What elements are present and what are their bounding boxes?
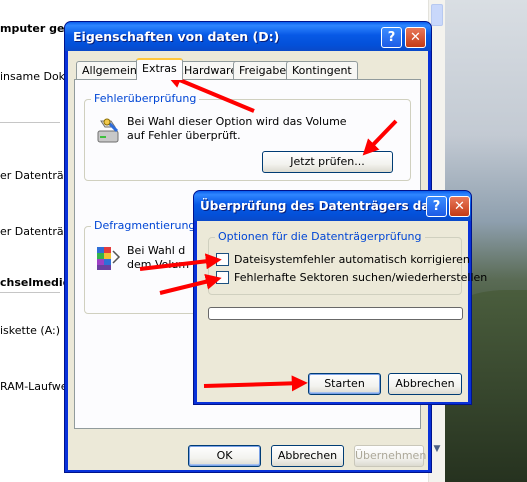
- properties-titlebar[interactable]: Eigenschaften von daten (D:) ? ✕: [65, 22, 431, 51]
- start-button[interactable]: Starten: [308, 373, 381, 395]
- check-disk-title: Überprüfung des Datenträgers da...: [200, 199, 444, 213]
- apply-button[interactable]: Übernehmen: [354, 445, 426, 467]
- check-options-group: Optionen für die Datenträgerprüfung Date…: [208, 230, 487, 295]
- scan-sectors-label[interactable]: Fehlerhafte Sektoren suchen/wiederherste…: [234, 271, 487, 284]
- check-progress-bar: [208, 307, 463, 320]
- help-button[interactable]: ?: [426, 196, 447, 217]
- fix-errors-label[interactable]: Dateisystemfehler automatisch korrigiere…: [234, 253, 470, 266]
- scroll-down-icon[interactable]: ▼: [430, 444, 444, 454]
- bg-item-floppy[interactable]: iskette (A:): [0, 324, 60, 337]
- cancel-button[interactable]: Abbrechen: [271, 445, 344, 467]
- check-cancel-button[interactable]: Abbrechen: [388, 373, 462, 395]
- check-disk-icon: [97, 118, 119, 143]
- properties-title: Eigenschaften von daten (D:): [73, 29, 280, 44]
- defrag-group-title: Defragmentierung: [91, 219, 199, 232]
- defrag-line2: dem Volum: [127, 258, 190, 271]
- defrag-icon: [97, 247, 121, 270]
- tab-freigabe[interactable]: Freigabe: [233, 61, 293, 79]
- error-check-group: Fehlerüberprüfung Bei Wahl dieser Option…: [84, 92, 411, 181]
- error-check-line1: Bei Wahl dieser Option wird das Volume: [127, 115, 347, 128]
- bg-divider: [0, 122, 60, 123]
- check-disk-dialog: Überprüfung des Datenträgers da... ? ✕ O…: [193, 190, 487, 405]
- close-button[interactable]: ✕: [449, 196, 470, 217]
- defrag-line1: Bei Wahl d: [127, 244, 186, 257]
- bg-scrollbar-thumb[interactable]: [431, 4, 443, 26]
- help-button[interactable]: ?: [381, 27, 402, 48]
- check-disk-client: Optionen für die Datenträgerprüfung Date…: [197, 221, 487, 402]
- bg-divider: [0, 292, 60, 293]
- ok-button[interactable]: OK: [188, 445, 261, 467]
- fix-errors-checkbox[interactable]: [216, 253, 229, 266]
- tab-allgemein[interactable]: Allgemein: [76, 61, 143, 79]
- scan-sectors-checkbox[interactable]: [216, 271, 229, 284]
- check-options-title: Optionen für die Datenträgerprüfung: [215, 230, 425, 243]
- tab-kontingent[interactable]: Kontingent: [286, 61, 358, 79]
- error-check-line2: auf Fehler überprüft.: [127, 129, 241, 142]
- close-button[interactable]: ✕: [405, 27, 426, 48]
- check-disk-titlebar[interactable]: Überprüfung des Datenträgers da... ? ✕: [194, 191, 471, 221]
- check-now-button[interactable]: Jetzt prüfen...: [262, 151, 393, 173]
- tab-extras[interactable]: Extras: [136, 58, 183, 80]
- error-check-group-title: Fehlerüberprüfung: [91, 92, 200, 105]
